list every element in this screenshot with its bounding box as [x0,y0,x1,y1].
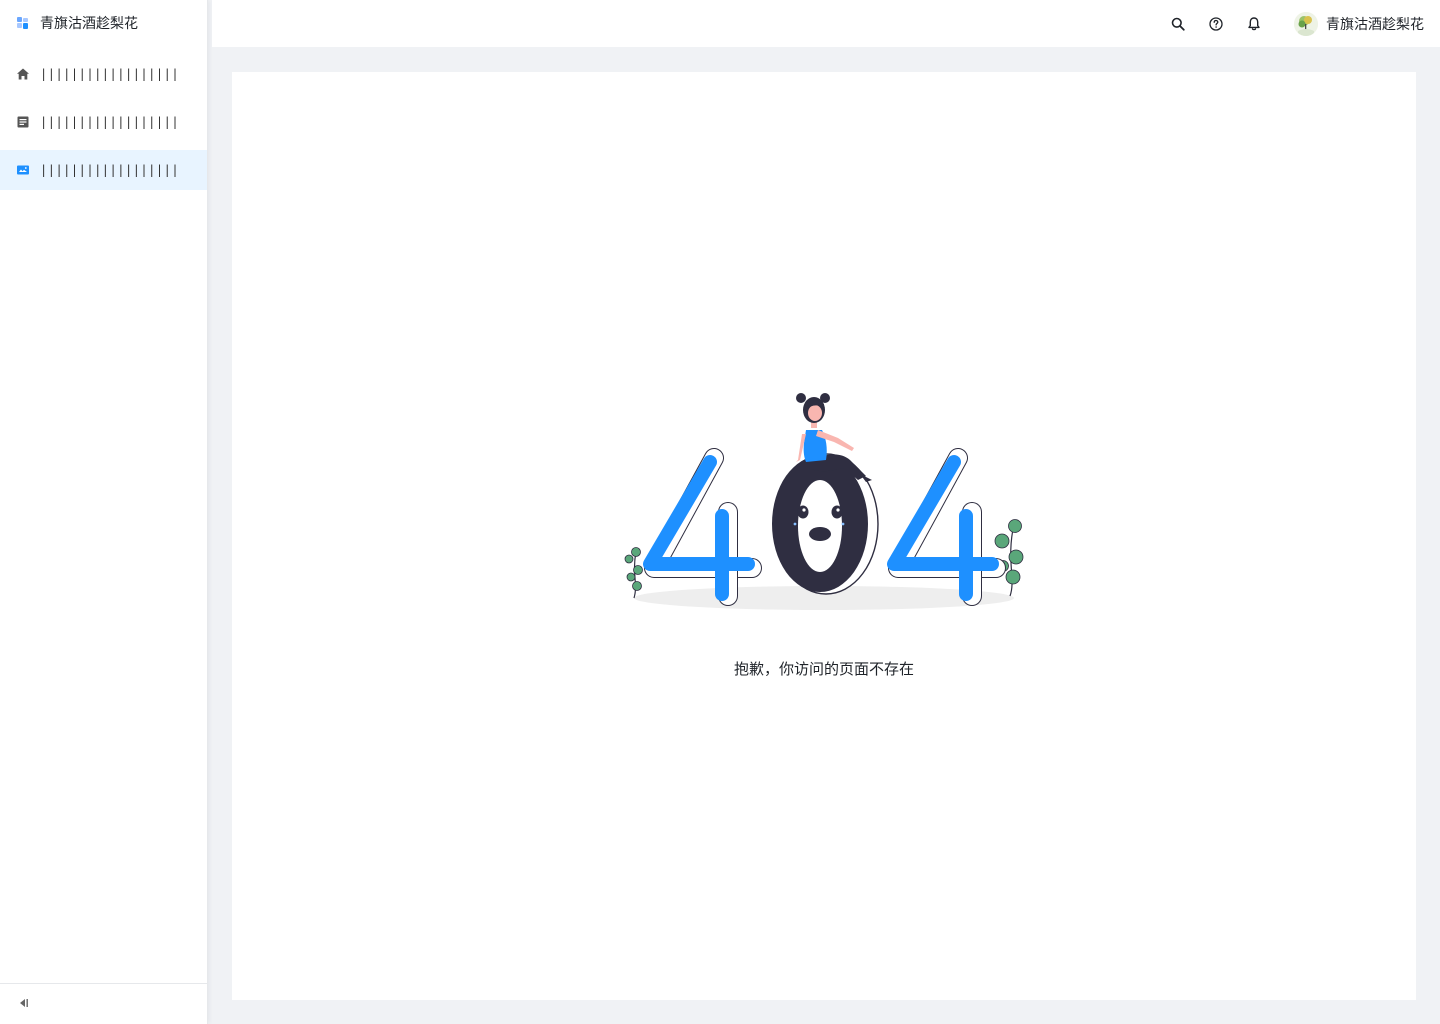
not-found-message: 抱歉，你访问的页面不存在 [733,660,914,678]
sidebar-item-document[interactable]: |||||||||||||||||| [0,102,207,142]
top-header: 青旗沽酒趁梨花 [212,0,1440,47]
not-found-illustration [622,390,1026,616]
sidebar-item-home[interactable]: |||||||||||||||||| [0,54,207,94]
brand-logo-icon [15,15,31,31]
user-menu[interactable]: 青旗沽酒趁梨花 [1294,11,1424,36]
brand-title: 青旗沽酒趁梨花 [40,16,138,32]
document-icon [16,115,30,129]
brand[interactable]: 青旗沽酒趁梨花 [0,0,207,46]
main-content: 抱歉，你访问的页面不存在 [232,72,1416,1000]
sidebar-item-label: |||||||||||||||||| [40,67,180,81]
plant-right-icon [994,519,1024,597]
sidebar-item-label: |||||||||||||||||| [40,115,180,129]
help-icon[interactable] [1204,12,1228,36]
sidebar-item-label: |||||||||||||||||| [40,163,180,177]
collapse-sidebar-icon[interactable] [16,995,30,1014]
bell-icon[interactable] [1242,12,1266,36]
digit-four-left [643,448,762,606]
plant-left-icon [624,547,643,599]
user-name: 青旗沽酒趁梨花 [1326,16,1424,33]
search-icon[interactable] [1166,12,1190,36]
image-icon [16,163,30,177]
sidebar-item-image[interactable]: |||||||||||||||||| [0,150,207,190]
sidebar-menu: |||||||||||||||||| |||||||||||||||||| ||… [0,54,207,190]
digit-four-right [887,448,1006,606]
avatar [1294,11,1318,36]
sidebar: 青旗沽酒趁梨花 |||||||||||||||||| |||||||||||||… [0,0,208,1024]
sidebar-footer [0,983,207,1024]
home-icon [16,67,30,81]
